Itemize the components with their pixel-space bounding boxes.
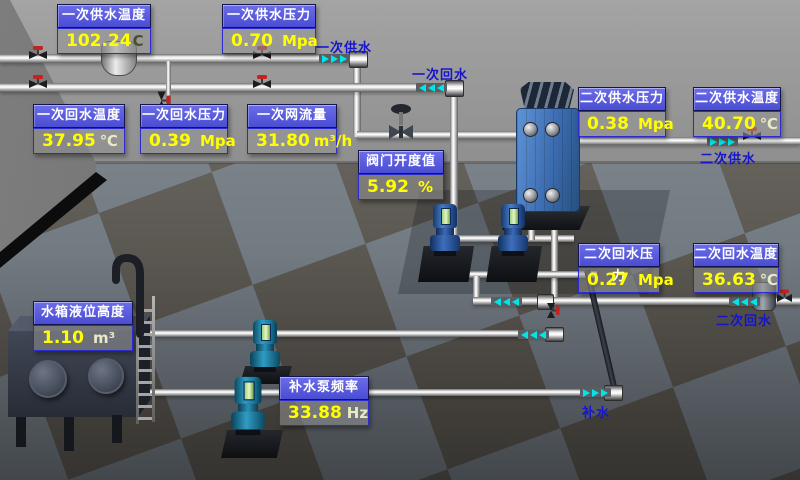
pipe-label-secondary-return: 二次回水 — [716, 310, 772, 329]
flow-arrows-left — [416, 83, 447, 92]
tank-hatch — [29, 360, 67, 398]
hmi-heating-station-screen: 一次供水 一次回水 二次供水 二次回水 补水 一次供水温度 102.24C 一次… — [0, 0, 800, 480]
pump-status-window — [441, 208, 451, 225]
flow-arrows-right — [580, 388, 611, 397]
drain-valve-icon[interactable] — [545, 302, 560, 319]
flow-arrows-left — [729, 297, 760, 306]
gauge-value: 0.70Mpa — [222, 28, 316, 54]
gauge-label: 二次供水压力 — [578, 87, 666, 111]
gauge-label: 补水泵频率 — [279, 376, 369, 400]
primary-supply-drop-pipe — [353, 61, 361, 137]
gauge-value: 102.24C — [57, 28, 151, 54]
valve-icon[interactable] — [28, 74, 48, 91]
gauge-label: 一次供水温度 — [57, 4, 151, 28]
pipe-label-makeup: 补水 — [582, 402, 610, 421]
gauge-label: 一次回水温度 — [33, 104, 125, 128]
flow-arrows-left — [518, 330, 549, 339]
gauge-secondary-supply-pressure: 二次供水压力 0.38Mpa — [578, 87, 666, 137]
circulation-pump-2[interactable] — [498, 204, 528, 256]
gauge-value: 1.10m³ — [33, 325, 133, 351]
gauge-label: 二次回水压力 — [578, 243, 660, 267]
gauge-value: 31.80m³/h — [247, 128, 337, 154]
valve-icon[interactable] — [252, 74, 272, 91]
primary-return-pipe — [0, 83, 448, 92]
makeup-pump-1[interactable] — [250, 320, 280, 372]
gauge-secondary-return-temp: 二次回水温度 36.63℃ — [693, 243, 779, 293]
gauge-makeup-pump-frequency: 补水泵频率 33.88Hz — [279, 376, 369, 426]
tank-leg — [64, 417, 74, 451]
circulation-pump-1[interactable] — [430, 204, 460, 256]
gauge-label: 二次供水温度 — [693, 87, 781, 111]
tank-leg — [16, 417, 26, 447]
primary-supply-pipe — [0, 54, 352, 63]
pipe-label-primary-supply: 一次供水 — [316, 37, 372, 56]
exchanger-port — [523, 122, 538, 137]
gauge-value: 0.38Mpa — [578, 111, 666, 137]
makeup-pump-2[interactable] — [231, 377, 265, 435]
secondary-supply-pipe — [566, 137, 800, 145]
gauge-label: 一次回水压力 — [140, 104, 228, 128]
gauge-primary-supply-pressure: 一次供水压力 0.70Mpa — [222, 4, 316, 54]
pump-status-window — [509, 208, 519, 225]
pump-status-window — [261, 324, 271, 341]
gauge-value: 0.39Mpa — [140, 128, 228, 154]
gauge-secondary-supply-temp: 二次供水温度 40.70℃ — [693, 87, 781, 137]
exchanger-port — [523, 188, 538, 203]
gauge-label: 阀门开度值 — [358, 150, 444, 174]
gauge-label: 一次供水压力 — [222, 4, 316, 28]
flow-arrows-left — [491, 297, 522, 306]
gauge-label: 二次回水温度 — [693, 243, 779, 267]
control-valve-icon[interactable] — [384, 102, 418, 142]
gauge-valve-opening: 阀门开度值 5.92% — [358, 150, 444, 200]
gauge-value: 0.27Mpa — [578, 267, 660, 293]
exchanger-port — [545, 122, 560, 137]
flow-arrows-right — [707, 137, 738, 146]
valve-icon[interactable] — [28, 45, 48, 62]
primary-to-exchanger-pipe — [357, 131, 525, 139]
tank-hatch — [88, 358, 124, 394]
pipe-label-primary-return: 一次回水 — [412, 64, 468, 83]
gauge-primary-return-pressure: 一次回水压力 0.39Mpa — [140, 104, 228, 154]
gauge-primary-flow: 一次网流量 31.80m³/h — [247, 104, 337, 154]
gauge-tank-level: 水箱液位高度 1.10m³ — [33, 301, 133, 351]
gauge-secondary-return-pressure: 二次回水压力 0.27Mpa — [578, 243, 660, 293]
gauge-value: 36.63℃ — [693, 267, 779, 293]
pump-status-window — [244, 381, 255, 400]
gauge-primary-supply-temp: 一次供水温度 102.24C — [57, 4, 151, 54]
pipe-label-secondary-supply: 二次供水 — [700, 148, 756, 167]
gauge-value: 33.88Hz — [279, 400, 369, 426]
gauge-label: 水箱液位高度 — [33, 301, 133, 325]
tank-leg — [112, 415, 122, 443]
gauge-label: 一次网流量 — [247, 104, 337, 128]
gauge-value: 40.70℃ — [693, 111, 781, 137]
gauge-primary-return-temp: 一次回水温度 37.95℃ — [33, 104, 125, 154]
exchanger-port — [545, 188, 560, 203]
gauge-value: 5.92% — [358, 174, 444, 200]
gauge-value: 37.95℃ — [33, 128, 125, 154]
